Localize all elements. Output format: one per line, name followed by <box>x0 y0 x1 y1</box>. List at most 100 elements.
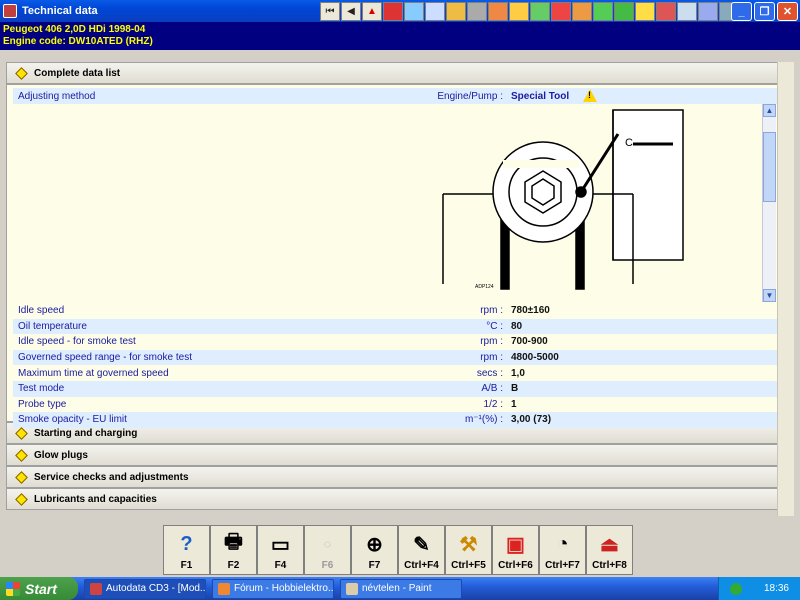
car-icon[interactable] <box>656 1 676 21</box>
row-value: 1 <box>511 398 517 410</box>
function-key-bar: ? F1 🖶 F2 ▭ F4 ◌ F6 ⊕ F7 ✎ Ctrl+F4 ⚒ Ctr… <box>163 525 633 575</box>
diagram-caption: ADP124 <box>475 284 494 290</box>
toolbar: ⏮ ◀ ▲ <box>320 1 739 21</box>
minimize-button[interactable]: _ <box>731 2 752 21</box>
graphics-icon: ◌ <box>323 537 332 551</box>
f4-screen-button[interactable]: ▭ F4 <box>257 525 304 575</box>
exit-icon: ⏏ <box>600 533 619 556</box>
row-value: 4800-5000 <box>511 352 559 364</box>
data-icon[interactable] <box>404 1 424 21</box>
diagram-icon[interactable] <box>677 1 697 21</box>
prev-icon[interactable]: ◀ <box>341 1 361 21</box>
taskbar-item-firefox[interactable]: Fórum - Hobbielektro... <box>212 578 334 599</box>
engine-code: Engine code: DW10ATED (RHZ) <box>3 36 153 47</box>
f6-graphics-button[interactable]: ◌ F6 <box>304 525 351 575</box>
vehicle-model: Peugeot 406 2,0D HDi 1998-04 <box>3 24 146 35</box>
table-row: Test mode A/B : B <box>13 380 777 397</box>
vehicle-header: Peugeot 406 2,0D HDi 1998-04 Engine code… <box>0 22 800 50</box>
torque-icon[interactable] <box>509 1 529 21</box>
row-label: Probe type <box>18 398 67 410</box>
tray-icon[interactable] <box>729 582 742 595</box>
section-list: Starting and charging Glow plugs Service… <box>6 422 778 510</box>
row-label: Smoke opacity - EU limit <box>18 414 127 426</box>
complete-data-list-header[interactable]: Complete data list <box>6 62 778 84</box>
row-label: Governed speed range - for smoke test <box>18 352 192 364</box>
scroll-up-icon[interactable]: ▲ <box>763 104 776 117</box>
expand-icon <box>15 492 28 506</box>
lamp-icon[interactable] <box>635 1 655 21</box>
window-title: Technical data <box>22 5 98 17</box>
data-panel: Complete data list Adjusting method Engi… <box>6 62 778 516</box>
ctrl-f5-tool-button[interactable]: ⚒ Ctrl+F5 <box>445 525 492 575</box>
battery-icon[interactable] <box>614 1 634 21</box>
expand-icon <box>15 426 28 440</box>
row-unit: rpm : <box>480 352 503 364</box>
printer-icon: 🖶 <box>224 531 243 553</box>
expand-icon <box>15 470 28 484</box>
autodata-icon <box>90 582 102 595</box>
section-label: Starting and charging <box>34 427 138 439</box>
row-unit: °C : <box>486 320 503 332</box>
service-icon[interactable] <box>572 1 592 21</box>
section-service-checks[interactable]: Service checks and adjustments <box>6 466 778 488</box>
row-label: Idle speed <box>18 305 65 317</box>
main-scrollbar[interactable] <box>777 62 794 516</box>
row-value: 1,0 <box>511 367 525 379</box>
table-row: Idle speed - for smoke test rpm : 700-90… <box>13 334 777 350</box>
first-icon[interactable]: ⏮ <box>320 1 340 21</box>
table-row: Probe type 1/2 : 1 <box>13 397 777 413</box>
pump-icon[interactable] <box>488 1 508 21</box>
f1-help-button[interactable]: ? F1 <box>163 525 210 575</box>
brakes-icon[interactable] <box>551 1 571 21</box>
ctrl-f8-exit-button[interactable]: ⏏ Ctrl+F8 <box>586 525 633 575</box>
section-label: Lubricants and capacities <box>34 493 157 505</box>
f2-print-button[interactable]: 🖶 F2 <box>210 525 257 575</box>
row-label: Oil temperature <box>18 320 87 332</box>
section-glow-plugs[interactable]: Glow plugs <box>6 444 778 466</box>
camera-icon[interactable] <box>425 1 445 21</box>
row-unit: m⁻¹(%) : <box>464 414 503 426</box>
target-icon: ⊕ <box>366 533 383 556</box>
section-lubricants[interactable]: Lubricants and capacities <box>6 488 778 510</box>
person-icon[interactable] <box>698 1 718 21</box>
table-row: Idle speed rpm : 780±160 <box>13 303 777 319</box>
tool-icon: ⚒ <box>459 533 478 556</box>
row-unit: A/B : <box>481 383 503 395</box>
ac-icon[interactable] <box>593 1 613 21</box>
ctrl-f7-gauge-button[interactable]: ◔ Ctrl+F7 <box>539 525 586 575</box>
ctrl-f6-numbers-button[interactable]: ▣ Ctrl+F6 <box>492 525 539 575</box>
tools-icon[interactable] <box>446 1 466 21</box>
close-button[interactable]: ✕ <box>777 2 798 21</box>
section-label: Complete data list <box>34 67 121 79</box>
row-value: B <box>511 383 519 395</box>
maximize-button[interactable]: ❐ <box>754 2 775 21</box>
adjusting-method-row: Adjusting method Engine/Pump : Special T… <box>13 88 777 104</box>
engine-icon[interactable] <box>383 1 403 21</box>
warning-icon[interactable]: ▲ <box>362 1 382 21</box>
system-tray: 18:36 <box>718 577 800 600</box>
row-value: 700-900 <box>511 336 548 348</box>
table-row: Governed speed range - for smoke test rp… <box>13 349 777 366</box>
ctrl-f4-notes-button[interactable]: ✎ Ctrl+F4 <box>398 525 445 575</box>
data-table: Idle speed rpm : 780±160 Oil temperature… <box>13 303 777 428</box>
taskbar-item-autodata[interactable]: Autodata CD3 - [Mod... <box>84 578 206 599</box>
scroll-down-icon[interactable]: ▼ <box>763 289 776 302</box>
section-label: Service checks and adjustments <box>34 471 189 483</box>
row-value: 3,00 (73) <box>511 414 552 426</box>
section-label: Glow plugs <box>34 449 88 461</box>
row-unit: rpm : <box>480 305 503 317</box>
f7-target-button[interactable]: ⊕ F7 <box>351 525 398 575</box>
wheel-icon[interactable] <box>467 1 487 21</box>
help-icon: ? <box>180 532 193 555</box>
scroll-thumb[interactable] <box>763 132 776 202</box>
inner-scrollbar[interactable]: ▲ ▼ <box>762 104 776 302</box>
paint-icon <box>346 582 358 595</box>
row-value[interactable]: Special Tool <box>511 91 569 102</box>
start-button[interactable]: Start <box>0 577 78 600</box>
table-row: Smoke opacity - EU limit m⁻¹(%) : 3,00 (… <box>13 412 777 428</box>
taskbar-item-paint[interactable]: névtelen - Paint <box>340 578 462 599</box>
belt-icon[interactable] <box>530 1 550 21</box>
complete-data-list-content: Adjusting method Engine/Pump : Special T… <box>6 84 778 428</box>
title-bar: Technical data ⏮ ◀ ▲ _ ❐ ✕ <box>0 0 800 22</box>
row-unit: secs : <box>476 367 503 379</box>
